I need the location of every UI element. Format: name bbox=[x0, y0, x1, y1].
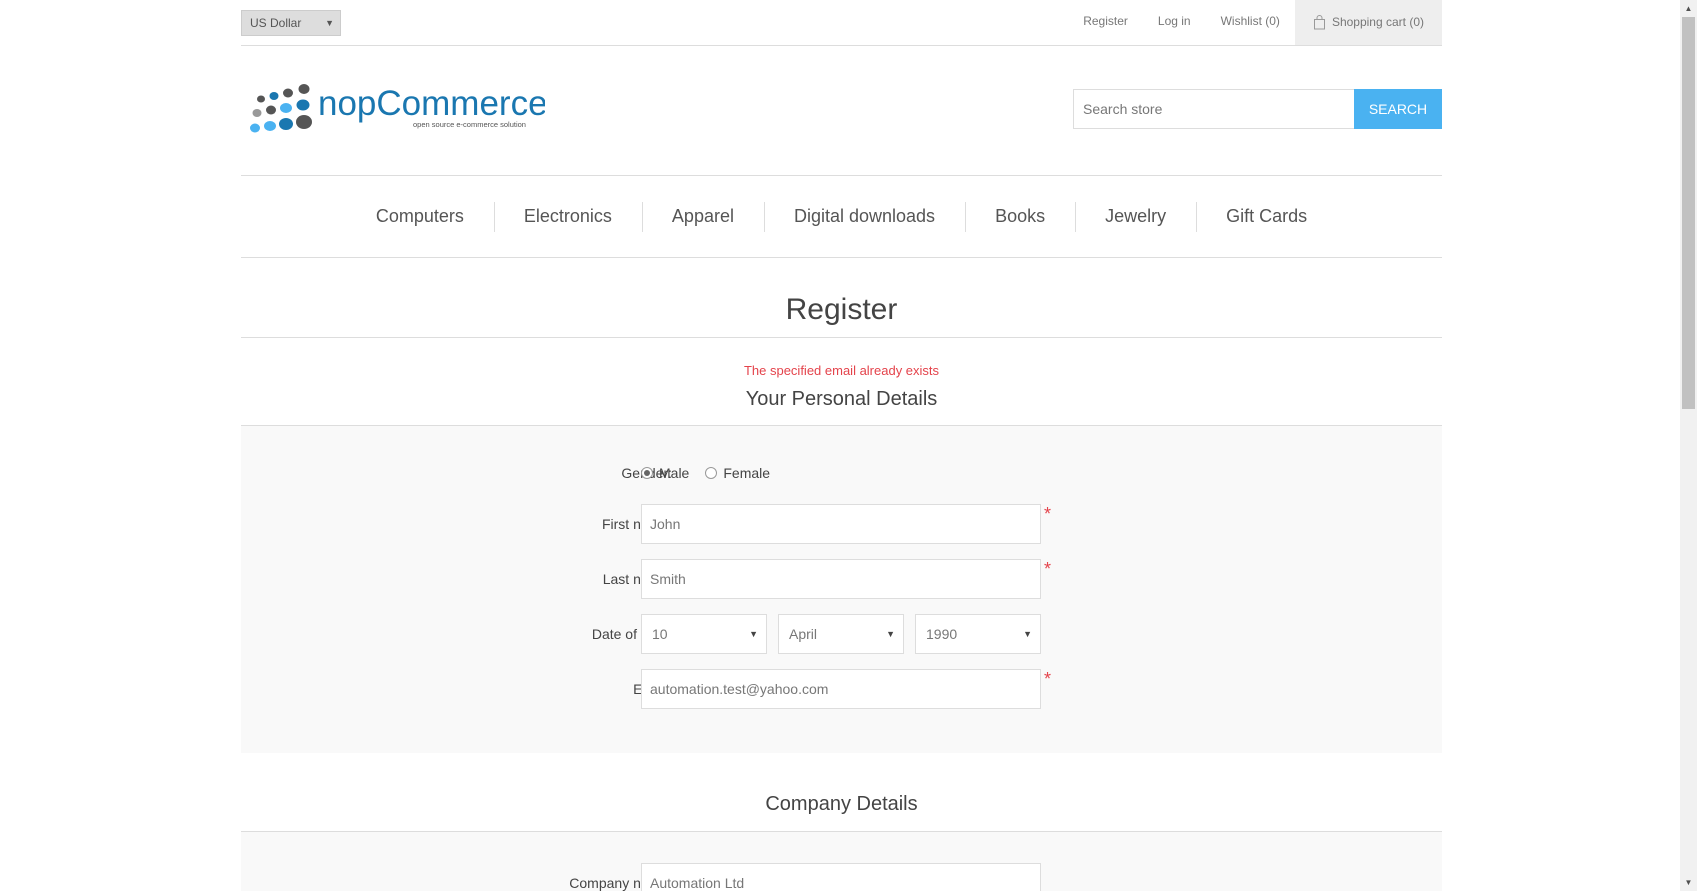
last-name-row: Last name: * bbox=[241, 559, 1442, 599]
menu-item-gift-cards[interactable]: Gift Cards bbox=[1196, 202, 1337, 232]
company-details-panel: Company name: bbox=[241, 832, 1442, 891]
chevron-down-icon: ▼ bbox=[325, 18, 334, 28]
menu-item-computers[interactable]: Computers bbox=[346, 206, 494, 227]
browser-viewport: US Dollar ▼ Register Log in Wishlist (0)… bbox=[0, 0, 1697, 891]
dob-year-select[interactable]: 1990 ▼ bbox=[915, 614, 1041, 654]
chevron-down-icon: ▼ bbox=[886, 629, 895, 639]
login-link[interactable]: Log in bbox=[1143, 0, 1206, 45]
required-marker: * bbox=[1044, 504, 1052, 524]
validation-error: The specified email already exists bbox=[743, 363, 940, 378]
gender-row: Gender: Male Female bbox=[241, 453, 1442, 493]
dob-day-select[interactable]: 10 ▼ bbox=[641, 614, 767, 654]
gender-male-label[interactable]: Male bbox=[659, 465, 689, 481]
register-link[interactable]: Register bbox=[1068, 0, 1143, 45]
nopcommerce-logo-icon: nopCommerce open source e-commerce solut… bbox=[250, 84, 548, 133]
currency-select[interactable]: US Dollar ▼ bbox=[241, 10, 341, 36]
shopping-cart-label: Shopping cart (0) bbox=[1331, 15, 1424, 29]
shopping-cart-link[interactable]: Shopping cart (0) bbox=[1294, 0, 1442, 45]
currency-value: US Dollar bbox=[250, 16, 302, 30]
required-marker: * bbox=[1044, 559, 1052, 579]
menu-item-jewelry[interactable]: Jewelry bbox=[1075, 202, 1196, 232]
first-name-field[interactable] bbox=[641, 504, 1041, 544]
dob-day-value: 10 bbox=[652, 626, 668, 642]
last-name-field[interactable] bbox=[641, 559, 1041, 599]
first-name-row: First name: * bbox=[241, 504, 1442, 544]
scrollbar-thumb[interactable] bbox=[1682, 17, 1695, 409]
chevron-down-icon: ▼ bbox=[749, 629, 758, 639]
gender-male-radio[interactable] bbox=[641, 467, 653, 479]
gender-female-label[interactable]: Female bbox=[723, 465, 770, 481]
store-logo[interactable]: nopCommerce open source e-commerce solut… bbox=[245, 80, 548, 136]
menu-item-digital-downloads[interactable]: Digital downloads bbox=[763, 202, 965, 232]
dob-month-value: April bbox=[789, 626, 818, 642]
top-links: Register Log in Wishlist (0) Shopping ca… bbox=[1068, 0, 1442, 45]
vertical-scrollbar[interactable]: ▲ ▼ bbox=[1680, 0, 1697, 891]
page-title-bar: Register bbox=[241, 290, 1442, 338]
required-marker: * bbox=[1044, 669, 1052, 689]
logo-tagline: open source e-commerce solution bbox=[413, 120, 526, 129]
shopping-bag-icon bbox=[1313, 15, 1325, 30]
search-input[interactable] bbox=[1073, 89, 1354, 129]
chevron-down-icon: ▼ bbox=[1023, 629, 1032, 639]
gender-radio-group: Male Female bbox=[641, 453, 786, 493]
logo-wordmark: nopCommerce bbox=[318, 84, 545, 123]
scroll-down-arrow-icon[interactable]: ▼ bbox=[1680, 874, 1697, 891]
email-row: Email: * bbox=[241, 669, 1442, 709]
menu-item-electronics[interactable]: Electronics bbox=[493, 202, 642, 232]
menu-item-apparel[interactable]: Apparel bbox=[641, 202, 764, 232]
company-name-row: Company name: bbox=[241, 863, 1442, 891]
dob-month-select[interactable]: April ▼ bbox=[778, 614, 904, 654]
date-of-birth-row: Date of birth: 10 ▼ April ▼ 1990 ▼ bbox=[241, 614, 1442, 654]
search-box: SEARCH bbox=[1073, 89, 1442, 129]
top-menu: Computers Electronics Apparel Digital do… bbox=[241, 175, 1442, 258]
page-title: Register bbox=[785, 293, 898, 326]
email-field[interactable] bbox=[641, 669, 1041, 709]
scroll-up-arrow-icon[interactable]: ▲ bbox=[1680, 0, 1697, 17]
personal-details-panel: Gender: Male Female First name: * Last n… bbox=[241, 426, 1442, 753]
personal-details-title: Your Personal Details bbox=[745, 388, 938, 410]
search-button[interactable]: SEARCH bbox=[1354, 89, 1442, 129]
gender-female-radio[interactable] bbox=[705, 467, 718, 479]
menu-item-books[interactable]: Books bbox=[965, 202, 1075, 232]
company-details-title: Company Details bbox=[765, 793, 918, 815]
header-links-bar: US Dollar ▼ Register Log in Wishlist (0)… bbox=[241, 0, 1442, 46]
wishlist-link[interactable]: Wishlist (0) bbox=[1206, 0, 1295, 45]
company-name-field[interactable] bbox=[641, 863, 1041, 891]
dob-year-value: 1990 bbox=[926, 626, 958, 642]
